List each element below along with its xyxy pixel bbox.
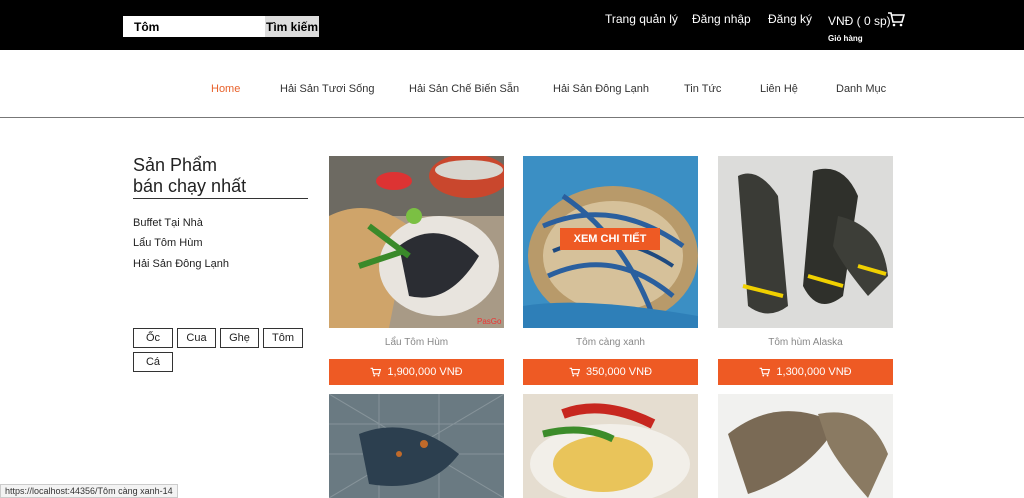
tag-tom[interactable]: Tôm bbox=[263, 328, 303, 348]
svg-text:PasGo: PasGo bbox=[477, 317, 502, 326]
product-image[interactable] bbox=[718, 156, 893, 328]
product-card[interactable] bbox=[523, 394, 698, 498]
product-image[interactable] bbox=[523, 394, 698, 498]
top-bar: Tìm kiếm Trang quản lý Đăng nhập Đăng ký… bbox=[0, 0, 1024, 50]
tag-oc[interactable]: Ốc bbox=[133, 328, 173, 348]
search-button[interactable]: Tìm kiếm bbox=[265, 16, 319, 37]
product-card[interactable] bbox=[718, 394, 893, 498]
tag-ghe[interactable]: Ghẹ bbox=[220, 328, 259, 348]
product-price: 1,900,000 VNĐ bbox=[387, 366, 463, 378]
product-image[interactable]: XEM CHI TIẾT bbox=[523, 156, 698, 328]
add-to-cart-button[interactable]: 1,300,000 VNĐ bbox=[718, 359, 893, 385]
product-price: 1,300,000 VNĐ bbox=[776, 366, 852, 378]
tag-ca[interactable]: Cá bbox=[133, 352, 173, 372]
cart-icon bbox=[569, 367, 580, 377]
product-card[interactable]: PasGo Lẩu Tôm Hùm 1,900,000 VNĐ bbox=[329, 156, 504, 385]
search-input[interactable] bbox=[123, 16, 265, 37]
product-name: Tôm hùm Alaska bbox=[768, 337, 843, 348]
title-line-2: bán chạy nhất bbox=[133, 176, 247, 196]
cart-icon[interactable] bbox=[887, 11, 905, 27]
sidebar-link-lobster-hotpot[interactable]: Lẩu Tôm Hùm bbox=[133, 237, 203, 249]
product-name: Lẩu Tôm Hùm bbox=[384, 337, 449, 348]
cart-label: Giỏ hàng bbox=[828, 34, 863, 43]
product-price: 350,000 VNĐ bbox=[585, 366, 653, 378]
add-to-cart-button[interactable]: 1,900,000 VNĐ bbox=[329, 359, 504, 385]
product-card[interactable]: Tôm hùm Alaska 1,300,000 VNĐ bbox=[718, 156, 893, 385]
product-card[interactable]: XEM CHI TIẾT Tôm càng xanh 350,000 VNĐ bbox=[523, 156, 698, 385]
add-to-cart-button[interactable]: 350,000 VNĐ bbox=[523, 359, 698, 385]
best-sellers-title: Sản Phẩm bán chạy nhất bbox=[133, 155, 308, 199]
view-details-button[interactable]: XEM CHI TIẾT bbox=[560, 228, 660, 250]
nav-processed-seafood[interactable]: Hải Sản Chế Biến Sẵn bbox=[409, 83, 519, 95]
nav-live-seafood[interactable]: Hải Sản Tươi Sống bbox=[280, 83, 374, 95]
cart-summary[interactable]: VNĐ ( 0 sp) Giỏ hàng bbox=[828, 12, 891, 43]
product-name: Tôm càng xanh bbox=[576, 337, 645, 348]
nav-frozen-seafood[interactable]: Hải Sản Đông Lạnh bbox=[553, 83, 649, 95]
login-link[interactable]: Đăng nhập bbox=[692, 12, 751, 26]
search-form: Tìm kiếm bbox=[123, 16, 319, 37]
product-card[interactable] bbox=[329, 394, 504, 498]
nav-contact[interactable]: Liên Hệ bbox=[760, 83, 798, 95]
nav-news[interactable]: Tin Tức bbox=[684, 83, 721, 95]
title-line-1: Sản Phẩm bbox=[133, 155, 218, 175]
register-link[interactable]: Đăng ký bbox=[768, 12, 812, 26]
cart-total: VNĐ ( 0 sp) bbox=[828, 14, 891, 28]
cart-icon bbox=[371, 367, 382, 377]
product-image[interactable] bbox=[718, 394, 893, 498]
admin-link[interactable]: Trang quản lý bbox=[605, 12, 678, 26]
sidebar-link-buffet[interactable]: Buffet Tại Nhà bbox=[133, 217, 203, 229]
nav-home[interactable]: Home bbox=[211, 83, 240, 95]
cart-icon bbox=[760, 367, 771, 377]
product-image[interactable]: PasGo bbox=[329, 156, 504, 328]
tag-cua[interactable]: Cua bbox=[177, 328, 216, 348]
product-image[interactable] bbox=[329, 394, 504, 498]
main-nav: Home Hải Sản Tươi Sống Hải Sản Chế Biến … bbox=[0, 50, 1024, 118]
sidebar-link-frozen[interactable]: Hải Sản Đông Lạnh bbox=[133, 258, 229, 270]
nav-category[interactable]: Danh Mục bbox=[836, 83, 886, 95]
status-bar-url: https://localhost:44356/Tôm càng xanh-14 bbox=[0, 484, 178, 498]
